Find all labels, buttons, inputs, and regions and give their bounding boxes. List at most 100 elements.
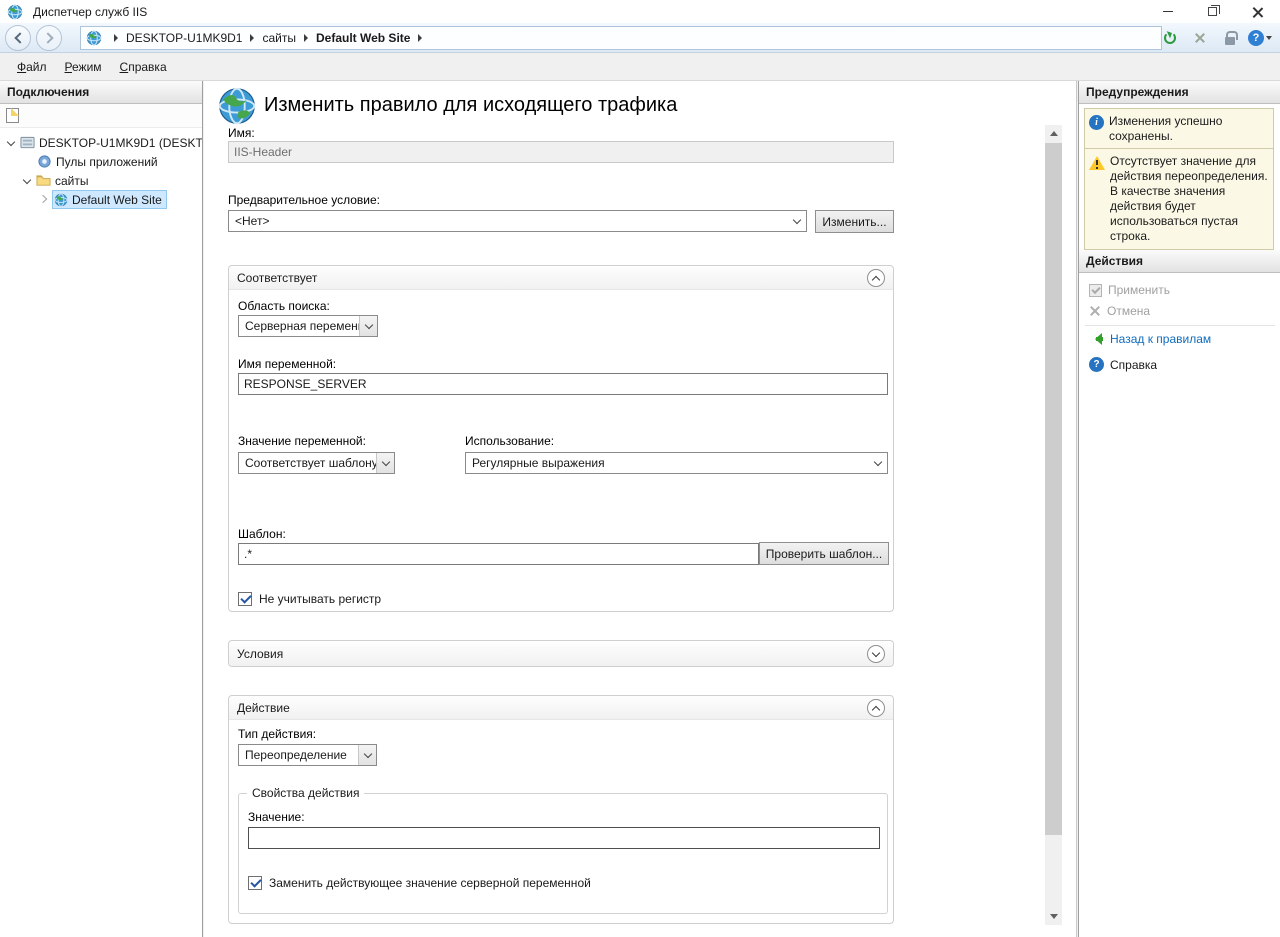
breadcrumb-item-sites[interactable]: сайты [262, 31, 296, 45]
menu-help[interactable]: Справка [111, 55, 176, 79]
help-action[interactable]: Справка [1079, 355, 1280, 374]
close-icon [1252, 6, 1264, 18]
server-icon [20, 135, 35, 150]
tree-item-label: Пулы приложений [56, 155, 158, 169]
variable-value-select[interactable]: Соответствует шаблону [238, 452, 395, 474]
chevron-down-icon [359, 316, 377, 336]
lock-button[interactable] [1218, 27, 1242, 49]
usage-label: Использование: [465, 434, 554, 448]
connections-tree: DESKTOP-U1MK9D1 (DESKTOP Пулы приложений… [0, 128, 202, 209]
app-icon [7, 4, 23, 20]
lock-icon [1225, 37, 1235, 45]
help-label: Справка [1110, 358, 1157, 372]
cancel-action[interactable]: Отмена [1079, 302, 1280, 320]
alerts-header: Предупреждения [1079, 81, 1280, 104]
name-label: Имя: [228, 126, 255, 140]
scroll-up-button[interactable] [1045, 125, 1062, 142]
ignore-case-checkbox[interactable] [238, 592, 252, 606]
usage-select[interactable]: Регулярные выражения [465, 452, 888, 474]
name-input[interactable] [228, 141, 894, 163]
collapse-down-icon[interactable] [867, 645, 885, 663]
breadcrumb-item-server[interactable]: DESKTOP-U1MK9D1 [126, 31, 242, 45]
vertical-scrollbar[interactable] [1045, 125, 1062, 925]
site-globe-icon [86, 30, 102, 46]
expander-open-icon[interactable] [22, 176, 32, 186]
scope-select-value: Серверная переменн [245, 319, 359, 333]
scope-select[interactable]: Серверная переменн [238, 315, 378, 337]
minimize-button[interactable] [1145, 0, 1190, 23]
help-button[interactable] [1248, 27, 1272, 49]
breadcrumb-item-default-web-site[interactable]: Default Web Site [316, 31, 410, 45]
back-to-rules-action[interactable]: Назад к правилам [1079, 330, 1280, 348]
expander-open-icon[interactable] [6, 138, 16, 148]
cancel-label: Отмена [1107, 304, 1150, 318]
stop-icon [1194, 32, 1206, 44]
replace-value-row[interactable]: Заменить действующее значение серверной … [248, 876, 591, 890]
help-icon [1089, 357, 1104, 372]
match-section-header[interactable]: Соответствует [229, 266, 893, 290]
breadcrumb-separator-icon [418, 34, 422, 42]
selected-tree-item: Default Web Site [52, 190, 167, 209]
right-panel: Предупреждения Изменения успешно сохране… [1078, 81, 1280, 937]
usage-select-value: Регулярные выражения [472, 456, 605, 470]
variable-value-label: Значение переменной: [238, 434, 366, 448]
variable-name-input[interactable] [238, 373, 888, 395]
warning-alert-text: Отсутствует значение для действия переоп… [1110, 154, 1269, 244]
forward-button[interactable] [36, 25, 62, 51]
scope-label: Область поиска: [238, 299, 330, 313]
match-section: Соответствует Область поиска: Серверная … [228, 265, 894, 612]
conditions-section-title: Условия [237, 647, 283, 661]
menu-view[interactable]: Режим [56, 55, 111, 79]
info-icon [1089, 115, 1104, 130]
chevron-up-icon [1050, 131, 1058, 136]
action-section-header[interactable]: Действие [229, 696, 893, 720]
collapse-up-icon[interactable] [867, 699, 885, 717]
replace-value-checkbox[interactable] [248, 876, 262, 890]
back-button[interactable] [5, 25, 31, 51]
action-value-input[interactable] [248, 827, 880, 849]
breadcrumb-separator-icon [304, 34, 308, 42]
scrollbar-thumb[interactable] [1045, 143, 1062, 835]
conditions-section-header[interactable]: Условия [229, 641, 893, 666]
restore-button[interactable] [1190, 0, 1235, 23]
stop-button[interactable] [1188, 27, 1212, 49]
breadcrumb[interactable]: DESKTOP-U1MK9D1 сайты Default Web Site [80, 26, 1162, 50]
replace-value-label: Заменить действующее значение серверной … [269, 876, 591, 890]
actions-header: Действия [1079, 250, 1280, 273]
tree-item-sites[interactable]: сайты [0, 171, 202, 190]
test-pattern-button[interactable]: Проверить шаблон... [759, 542, 889, 565]
create-connection-icon[interactable] [6, 108, 19, 123]
variable-name-label: Имя переменной: [238, 357, 336, 371]
back-arrow-icon [14, 32, 25, 43]
precondition-select[interactable]: <Нет> [228, 210, 807, 232]
page-globe-icon [218, 87, 256, 125]
ignore-case-row[interactable]: Не учитывать регистр [238, 592, 381, 606]
refresh-button[interactable] [1158, 27, 1182, 49]
edit-precondition-button[interactable]: Изменить... [815, 210, 894, 233]
collapse-up-icon[interactable] [867, 269, 885, 287]
close-button[interactable] [1235, 0, 1280, 23]
tree-item-app-pools[interactable]: Пулы приложений [0, 152, 202, 171]
menubar: Файл Режим Справка [0, 53, 1280, 81]
window-titlebar: Диспетчер служб IIS [0, 0, 1280, 23]
breadcrumb-separator-icon [250, 34, 254, 42]
connections-header: Подключения [0, 81, 202, 104]
expander-closed-icon[interactable] [38, 195, 48, 205]
tree-item-label: сайты [55, 174, 89, 188]
info-alert: Изменения успешно сохранены. [1084, 108, 1274, 150]
action-type-label: Тип действия: [238, 727, 316, 741]
pattern-input[interactable] [238, 543, 759, 565]
chevron-down-icon [376, 453, 394, 473]
help-icon [1248, 30, 1264, 46]
tree-item-default-web-site[interactable]: Default Web Site [0, 190, 202, 209]
scroll-down-button[interactable] [1045, 908, 1062, 925]
site-globe-icon [54, 193, 68, 207]
match-section-title: Соответствует [237, 271, 317, 285]
apply-action[interactable]: Применить [1079, 281, 1280, 299]
action-type-select[interactable]: Переопределение [238, 744, 377, 766]
menu-file[interactable]: Файл [8, 55, 56, 79]
apply-icon [1089, 284, 1102, 297]
tree-item-server[interactable]: DESKTOP-U1MK9D1 (DESKTOP [0, 133, 202, 152]
app-pools-icon [37, 154, 52, 169]
back-arrow-icon [1089, 333, 1104, 345]
